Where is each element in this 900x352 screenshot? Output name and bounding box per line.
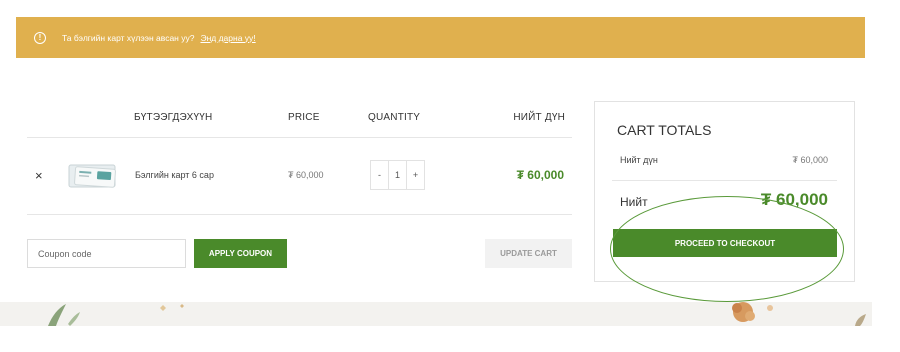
quantity-increase-button[interactable]: + — [407, 170, 424, 180]
proceed-to-checkout-button[interactable]: PROCEED TO CHECKOUT — [613, 229, 837, 257]
cart-totals-panel: CART TOTALS Нийт дүн ₮ 60,000 Нийт ₮ 60,… — [594, 101, 855, 282]
header-price: PRICE — [288, 112, 320, 123]
update-cart-button[interactable]: UPDATE CART — [485, 239, 572, 268]
coupon-code-input[interactable] — [27, 239, 186, 268]
info-icon: ! — [34, 31, 46, 44]
floral-decoration — [48, 302, 866, 326]
remove-item-button[interactable]: × — [35, 168, 43, 183]
quantity-stepper: - 1 + — [370, 160, 425, 190]
apply-coupon-button[interactable]: APPLY COUPON — [194, 239, 287, 268]
subtotal-value: ₮ 60,000 — [792, 155, 828, 165]
subtotal-label: Нийт дүн — [620, 155, 658, 165]
divider — [27, 214, 572, 215]
product-name[interactable]: Бэлгийн карт 6 сар — [135, 170, 214, 180]
total-label: Нийт — [620, 195, 648, 209]
cart-page: ! Та бэлгийн карт хүлээн авсан уу? Энд д… — [0, 0, 900, 352]
gift-card-notice: ! Та бэлгийн карт хүлээн авсан уу? Энд д… — [16, 17, 865, 58]
quantity-input[interactable]: 1 — [388, 161, 407, 189]
divider — [27, 137, 572, 138]
product-thumbnail[interactable] — [67, 162, 119, 190]
notice-link[interactable]: Энд дарна уу! — [200, 33, 255, 43]
total-value: ₮ 60,000 — [760, 190, 828, 209]
header-quantity: QUANTITY — [368, 112, 421, 123]
decorative-footer-image — [0, 302, 872, 326]
divider — [612, 180, 837, 181]
notice-text: Та бэлгийн карт хүлээн авсан уу? — [62, 32, 195, 43]
quantity-decrease-button[interactable]: - — [371, 170, 388, 180]
header-product: БҮТЭЭГДЭХҮҮН — [134, 112, 213, 123]
cart-totals-title: CART TOTALS — [617, 122, 712, 138]
header-subtotal: НИЙТ ДҮН — [513, 112, 565, 123]
product-price: ₮ 60,000 — [288, 170, 324, 180]
row-subtotal: ₮ 60,000 — [516, 168, 564, 182]
